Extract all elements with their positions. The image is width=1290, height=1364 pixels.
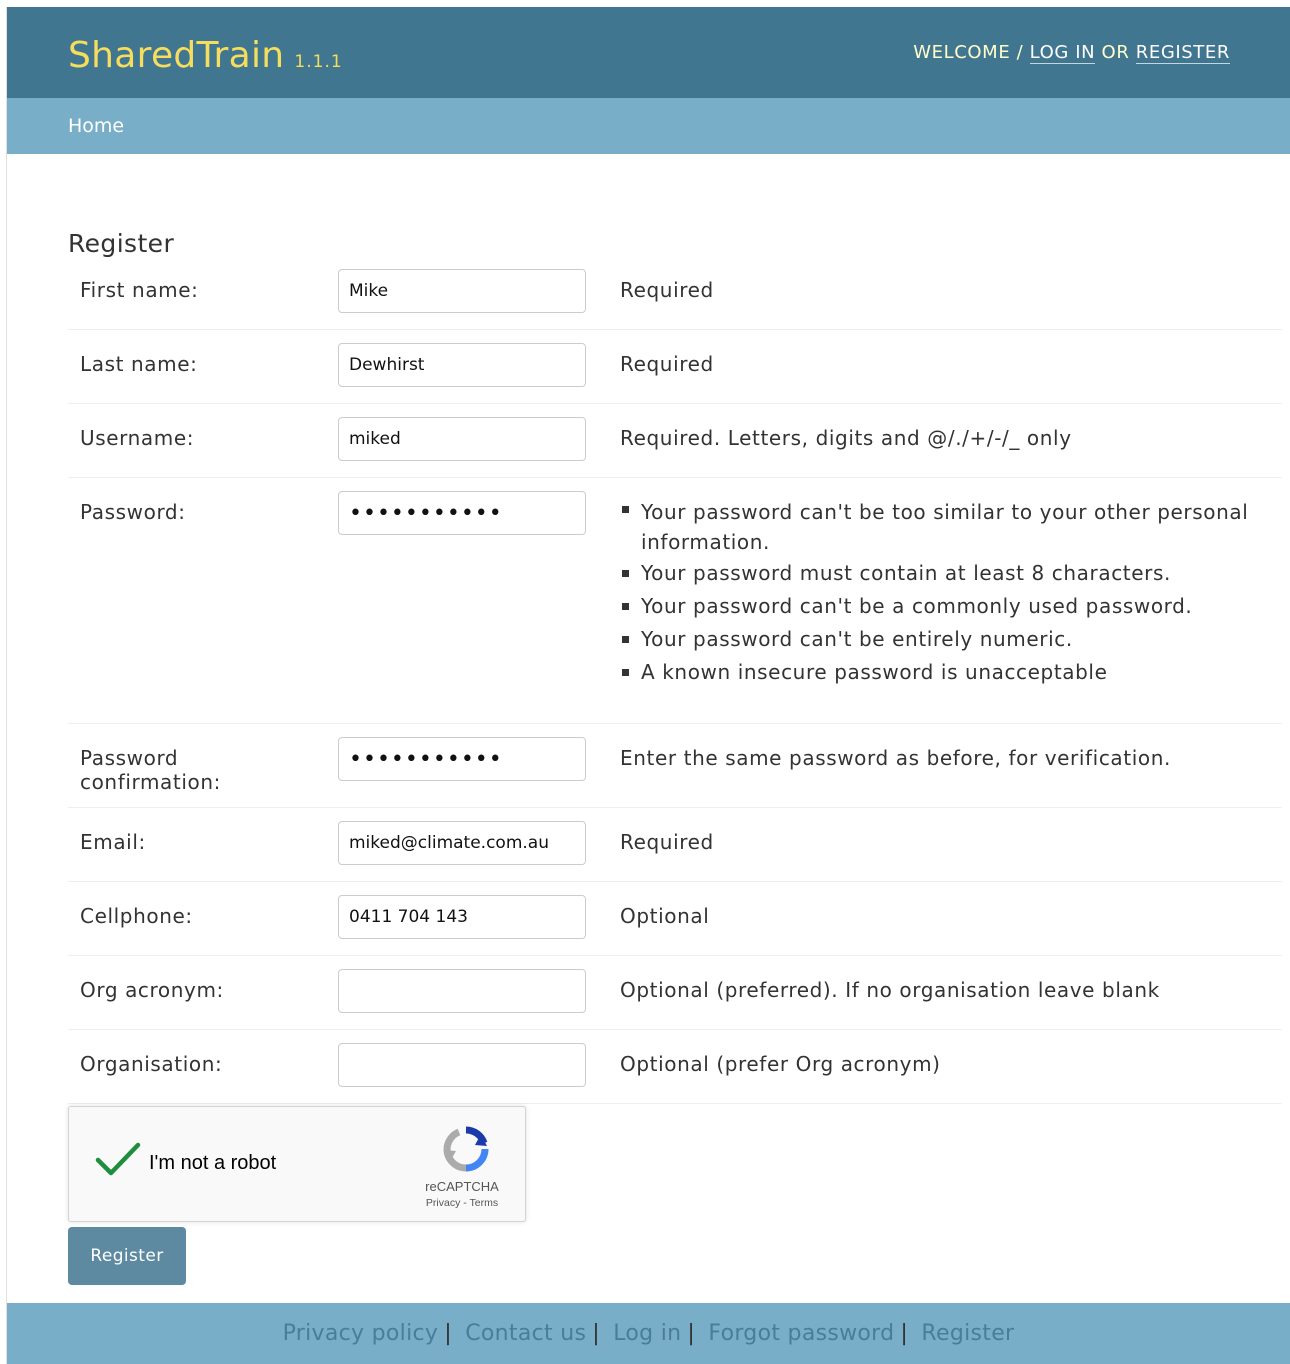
username-label: Username: [80, 426, 195, 450]
recaptcha-privacy-terms[interactable]: Privacy - Terms [417, 1197, 507, 1209]
password-rules-list: Your password can't be too similar to yo… [620, 497, 1260, 684]
username-help: Required. Letters, digits and @/./+/-/_ … [620, 426, 1072, 450]
register-button[interactable]: Register [68, 1227, 186, 1285]
username-input[interactable] [338, 417, 586, 461]
cellphone-input[interactable] [338, 895, 586, 939]
footer-forgot-password-link[interactable]: Forgot password [708, 1321, 894, 1346]
site-brand[interactable]: SharedTrain 1.1.1 [68, 35, 343, 76]
recaptcha-logo-icon [441, 1124, 491, 1178]
header: SharedTrain 1.1.1 WELCOME / LOG IN OR REG… [7, 7, 1290, 98]
footer-register-link[interactable]: Register [921, 1321, 1014, 1346]
header-log-in-link[interactable]: LOG IN [1029, 42, 1096, 64]
first-name-help: Required [620, 278, 714, 302]
last-name-help: Required [620, 352, 714, 376]
form-row-password: Password: Your password can't be too sim… [68, 478, 1282, 724]
recaptcha-branding: reCAPTCHA Privacy - Terms [417, 1179, 507, 1209]
breadcrumb: Home [7, 98, 1290, 154]
recaptcha-brand: reCAPTCHA [425, 1179, 499, 1194]
footer-separator: | [687, 1321, 696, 1346]
form-row-password-confirmation: Password confirmation: Enter the same pa… [68, 724, 1282, 808]
breadcrumb-home-link[interactable]: Home [68, 115, 124, 137]
org-acronym-label: Org acronym: [80, 978, 224, 1002]
footer-separator: | [444, 1321, 452, 1346]
footer-contact-us-link[interactable]: Contact us [465, 1321, 586, 1346]
or-text: OR [1101, 42, 1130, 63]
cellphone-help: Optional [620, 904, 710, 928]
first-name-label: First name: [80, 278, 199, 302]
password-rule: Your password must contain at least 8 ch… [620, 561, 1260, 585]
brand-version: 1.1.1 [294, 52, 343, 72]
form-row-last-name: Last name: Required [68, 330, 1282, 404]
form-row-first-name: First name: Required [68, 256, 1282, 330]
form-row-org-acronym: Org acronym: Optional (preferred). If no… [68, 956, 1282, 1030]
footer-log-in-link[interactable]: Log in [613, 1321, 681, 1346]
org-acronym-help: Optional (preferred). If no organisation… [620, 978, 1160, 1002]
last-name-label: Last name: [80, 352, 198, 376]
form-row-email: Email: Required [68, 808, 1282, 882]
form-row-cellphone: Cellphone: Optional [68, 882, 1282, 956]
page-title: Register [68, 228, 175, 258]
password-input[interactable] [338, 491, 586, 535]
header-register-link[interactable]: REGISTER [1135, 42, 1230, 64]
recaptcha-label: I'm not a robot [149, 1152, 277, 1174]
email-label: Email: [80, 830, 146, 854]
password-label: Password: [80, 500, 186, 524]
password-help: Your password can't be too similar to yo… [620, 500, 1260, 693]
footer-separator: | [592, 1321, 600, 1346]
password-rule: Your password can't be entirely numeric. [620, 627, 1260, 651]
welcome-text: WELCOME / [913, 42, 1024, 63]
organisation-help: Optional (prefer Org acronym) [620, 1052, 941, 1076]
cellphone-label: Cellphone: [80, 904, 193, 928]
page: SharedTrain 1.1.1 WELCOME / LOG IN OR REG… [7, 7, 1290, 1364]
checkmark-icon[interactable] [95, 1141, 141, 1181]
org-acronym-input[interactable] [338, 969, 586, 1013]
footer-privacy-policy-link[interactable]: Privacy policy [283, 1321, 439, 1346]
password-rule: Your password can't be too similar to yo… [620, 497, 1260, 557]
email-help: Required [620, 830, 714, 854]
password-confirmation-label: Password confirmation: [80, 746, 221, 794]
password-rule: Your password can't be a commonly used p… [620, 594, 1260, 618]
brand-name: SharedTrain [68, 35, 285, 76]
user-tools: WELCOME / LOG IN OR REGISTER [913, 42, 1230, 64]
form-row-username: Username: Required. Letters, digits and … [68, 404, 1282, 478]
footer: Privacy policy | Contact us | Log in | Forg… [7, 1303, 1290, 1364]
first-name-input[interactable] [338, 269, 586, 313]
organisation-input[interactable] [338, 1043, 586, 1087]
form-row-organisation: Organisation: Optional (prefer Org acron… [68, 1030, 1282, 1104]
password-confirmation-help: Enter the same password as before, for v… [620, 746, 1171, 770]
password-rule: A known insecure password is unacceptabl… [620, 660, 1260, 684]
page-left-edge [0, 7, 7, 1364]
email-input[interactable] [338, 821, 586, 865]
last-name-input[interactable] [338, 343, 586, 387]
footer-separator: | [900, 1321, 909, 1346]
register-form: First name: Required Last name: Required… [68, 256, 1282, 1104]
password-confirmation-input[interactable] [338, 737, 586, 781]
organisation-label: Organisation: [80, 1052, 223, 1076]
recaptcha-widget: I'm not a robot reCAPTCHA Privacy - Term… [68, 1106, 526, 1222]
